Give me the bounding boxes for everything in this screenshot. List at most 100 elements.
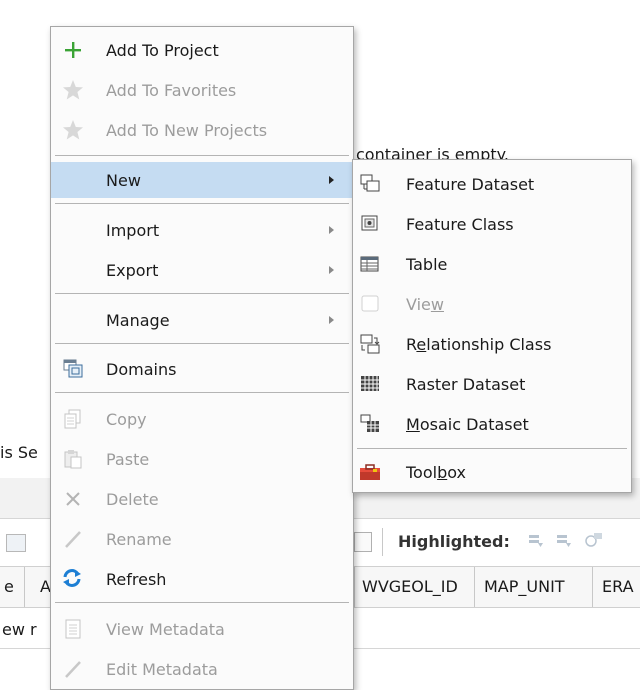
menu-item-add-to-favorites[interactable]: Add To Favorites bbox=[51, 72, 353, 108]
menu-item-export[interactable]: Export bbox=[51, 252, 353, 288]
pencil-icon bbox=[62, 658, 84, 680]
partial-label-left: is Se bbox=[0, 443, 38, 462]
column-header[interactable]: e bbox=[4, 577, 14, 596]
column-divider bbox=[474, 567, 475, 607]
label-part: lationship Class bbox=[426, 334, 552, 354]
menu-item-label: New bbox=[106, 170, 141, 190]
document-icon bbox=[62, 618, 84, 640]
raster-dataset-icon bbox=[359, 373, 381, 395]
column-divider bbox=[592, 567, 593, 607]
submenu-item-label: Raster Dataset bbox=[406, 374, 526, 394]
label-mnemonic: M bbox=[406, 414, 420, 434]
feature-dataset-icon bbox=[359, 173, 381, 195]
menu-item-paste[interactable]: Paste bbox=[51, 441, 353, 477]
submenu-item-label: Feature Class bbox=[406, 214, 514, 234]
menu-item-label: Import bbox=[106, 220, 160, 240]
menu-item-label: Add To Favorites bbox=[106, 80, 237, 100]
submenu-item-table[interactable]: Table bbox=[353, 246, 631, 282]
submenu-arrow-icon bbox=[329, 316, 334, 324]
menu-separator bbox=[55, 602, 349, 603]
star-icon bbox=[62, 79, 84, 101]
menu-item-label: Paste bbox=[106, 449, 150, 469]
submenu-arrow-icon bbox=[329, 176, 334, 184]
view-icon bbox=[359, 293, 381, 315]
menu-item-domains[interactable]: Domains bbox=[51, 351, 353, 387]
menu-item-label: Copy bbox=[106, 409, 147, 429]
menu-item-new[interactable]: New bbox=[51, 162, 353, 198]
label-part: R bbox=[406, 334, 417, 354]
column-header-wvgeol-id[interactable]: WVGEOL_ID bbox=[362, 577, 458, 596]
mosaic-dataset-icon bbox=[359, 413, 381, 435]
highlight-unselect-icon[interactable] bbox=[556, 533, 572, 547]
refresh-icon bbox=[61, 567, 83, 589]
label-part: ox bbox=[447, 462, 466, 482]
submenu-item-feature-class[interactable]: Feature Class bbox=[353, 206, 631, 242]
menu-item-add-to-project[interactable]: Add To Project bbox=[51, 32, 353, 68]
submenu-item-raster-dataset[interactable]: Raster Dataset bbox=[353, 366, 631, 402]
menu-item-rename[interactable]: Rename bbox=[51, 521, 353, 557]
label-mnemonic: w bbox=[430, 294, 444, 314]
label-part: Vie bbox=[406, 294, 431, 314]
column-header-map-unit[interactable]: MAP_UNIT bbox=[484, 577, 565, 596]
label-part: Tool bbox=[406, 462, 438, 482]
column-header-era[interactable]: ERA bbox=[602, 577, 634, 596]
star-icon bbox=[62, 119, 84, 141]
submenu-item-view[interactable]: View bbox=[353, 286, 631, 322]
toolbar-separator bbox=[382, 528, 383, 556]
submenu-arrow-icon bbox=[329, 266, 334, 274]
paste-icon bbox=[62, 448, 84, 470]
pencil-icon bbox=[62, 528, 84, 550]
menu-item-refresh[interactable]: Refresh bbox=[51, 561, 353, 597]
plus-icon bbox=[62, 39, 84, 61]
menu-item-copy[interactable]: Copy bbox=[51, 401, 353, 437]
submenu-item-label: Table bbox=[406, 254, 448, 274]
table-options-icon[interactable] bbox=[6, 534, 26, 552]
domains-icon bbox=[62, 358, 84, 380]
submenu-item-mosaic-dataset[interactable]: Mosaic Dataset bbox=[353, 406, 631, 442]
menu-item-delete[interactable]: Delete bbox=[51, 481, 353, 517]
menu-item-view-metadata[interactable]: View Metadata bbox=[51, 611, 353, 647]
relationship-class-icon bbox=[359, 333, 381, 355]
label-mnemonic: e bbox=[416, 334, 427, 354]
submenu-item-label: Mosaic Dataset bbox=[406, 415, 529, 434]
menu-separator bbox=[55, 203, 349, 204]
menu-item-label: Edit Metadata bbox=[106, 659, 218, 679]
menu-item-add-to-new-projects[interactable]: Add To New Projects bbox=[51, 112, 353, 148]
zoom-to-highlighted-icon[interactable] bbox=[584, 532, 602, 548]
column-divider bbox=[354, 567, 355, 607]
menu-item-label: Export bbox=[106, 260, 159, 280]
label-part: osaic Dataset bbox=[419, 414, 529, 434]
menu-item-edit-metadata[interactable]: Edit Metadata bbox=[51, 651, 353, 687]
menu-item-label: Refresh bbox=[106, 569, 167, 589]
menu-item-import[interactable]: Import bbox=[51, 212, 353, 248]
highlighted-label: Highlighted: bbox=[398, 532, 510, 551]
menu-item-manage[interactable]: Manage bbox=[51, 302, 353, 338]
column-divider bbox=[24, 567, 25, 607]
menu-separator bbox=[55, 392, 349, 393]
submenu-arrow-icon bbox=[329, 226, 334, 234]
delete-icon bbox=[62, 488, 84, 510]
copy-icon bbox=[62, 408, 84, 430]
menu-item-label: Rename bbox=[106, 529, 172, 549]
menu-separator bbox=[55, 343, 349, 344]
highlight-switch-icon[interactable] bbox=[528, 533, 544, 547]
menu-separator bbox=[55, 155, 349, 156]
submenu-item-toolbox[interactable]: Toolbox bbox=[353, 454, 631, 490]
submenu-item-label: Feature Dataset bbox=[406, 174, 535, 194]
label-mnemonic: b bbox=[437, 462, 448, 482]
submenu-item-label: Relationship Class bbox=[406, 335, 551, 354]
menu-item-label: Manage bbox=[106, 310, 170, 330]
menu-item-label: Domains bbox=[106, 359, 177, 379]
context-menu: Add To Project Add To Favorites Add To N… bbox=[50, 26, 354, 690]
menu-item-label: Delete bbox=[106, 489, 159, 509]
switch-selection-icon[interactable] bbox=[354, 532, 372, 552]
menu-separator bbox=[55, 293, 349, 294]
menu-separator bbox=[357, 448, 627, 449]
submenu-item-relationship-class[interactable]: Relationship Class bbox=[353, 326, 631, 362]
submenu-item-feature-dataset[interactable]: Feature Dataset bbox=[353, 166, 631, 202]
menu-item-label: View Metadata bbox=[106, 619, 225, 639]
menu-item-label: Add To Project bbox=[106, 40, 219, 60]
table-icon bbox=[359, 253, 381, 275]
menu-item-label: Add To New Projects bbox=[106, 120, 268, 140]
submenu-item-label: View bbox=[406, 295, 444, 314]
